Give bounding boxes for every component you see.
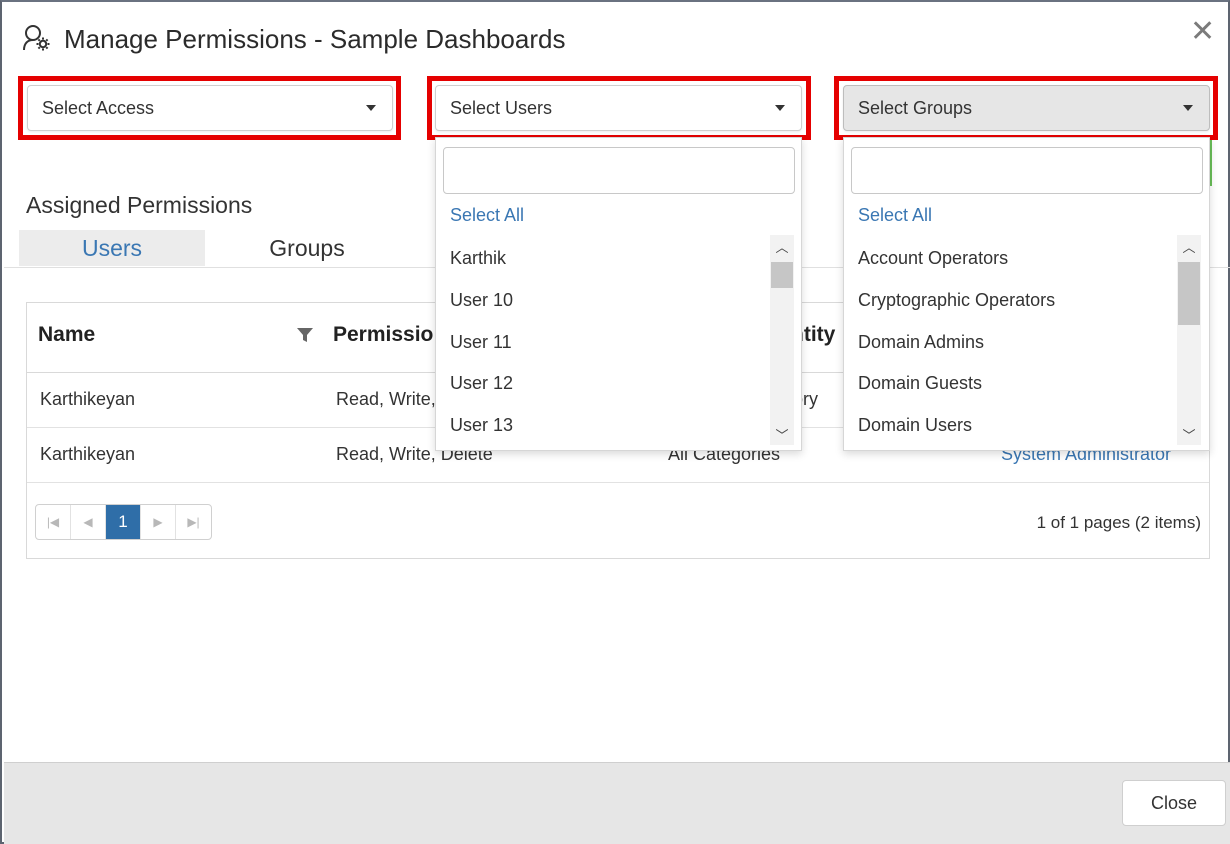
list-item[interactable]: User 12: [450, 373, 513, 394]
list-item[interactable]: Account Operators: [858, 248, 1008, 269]
users-scrollbar[interactable]: ︿ ﹀: [770, 235, 794, 445]
column-header-name[interactable]: Name: [38, 323, 95, 347]
scroll-thumb[interactable]: [1178, 262, 1200, 325]
first-page-icon[interactable]: |◀: [36, 505, 71, 539]
scroll-down-icon[interactable]: ﹀: [770, 425, 794, 443]
filter-icon[interactable]: [297, 327, 313, 343]
scroll-down-icon[interactable]: ﹀: [1177, 425, 1201, 443]
tab-groups[interactable]: Groups: [212, 230, 402, 266]
chevron-down-icon: [366, 105, 376, 111]
select-access-label: Select Access: [42, 97, 155, 118]
dialog-title: Manage Permissions - Sample Dashboards: [64, 24, 566, 54]
list-item[interactable]: Cryptographic Operators: [858, 290, 1055, 311]
scroll-up-icon[interactable]: ︿: [770, 237, 794, 255]
list-item[interactable]: Karthik: [450, 248, 506, 269]
chevron-down-icon: [1183, 105, 1193, 111]
user-settings-icon: [23, 25, 50, 51]
scroll-thumb[interactable]: [771, 262, 793, 288]
groups-search-input[interactable]: [851, 147, 1203, 194]
select-users-label: Select Users: [450, 97, 553, 118]
column-header-permissions[interactable]: Permissio: [333, 323, 433, 347]
close-icon[interactable]: ✕: [1190, 17, 1215, 47]
dialog-footer: Close: [4, 762, 1230, 844]
cell-name: Karthikeyan: [40, 389, 136, 409]
groups-scrollbar[interactable]: ︿ ﹀: [1177, 235, 1201, 445]
prev-page-icon[interactable]: ◀: [71, 505, 106, 539]
assigned-permissions-heading: Assigned Permissions: [26, 192, 253, 218]
groups-dropdown-popup: Select All Account Operators Cryptograph…: [843, 137, 1210, 451]
list-item[interactable]: User 11: [450, 332, 512, 353]
list-item[interactable]: Domain Admins: [858, 332, 984, 353]
list-item[interactable]: User 13: [450, 415, 513, 436]
cell-permissions: Read, Write,: [336, 389, 436, 409]
last-page-icon[interactable]: ▶|: [176, 505, 211, 539]
cell-name: Karthikeyan: [40, 444, 136, 464]
list-item[interactable]: User 10: [450, 290, 513, 311]
next-page-icon[interactable]: ▶: [141, 505, 176, 539]
select-groups-label: Select Groups: [858, 97, 973, 118]
close-button[interactable]: Close: [1122, 780, 1226, 826]
users-search-input[interactable]: [443, 147, 795, 194]
page-number-button[interactable]: 1: [106, 505, 141, 539]
groups-select-all[interactable]: Select All: [858, 205, 932, 226]
select-access-dropdown[interactable]: Select Access: [27, 85, 393, 131]
users-select-all[interactable]: Select All: [450, 205, 524, 226]
chevron-down-icon: [775, 105, 785, 111]
pager-info: 1 of 1 pages (2 items): [1036, 513, 1201, 532]
scroll-up-icon[interactable]: ︿: [1177, 237, 1201, 255]
users-dropdown-popup: Select All Karthik User 10 User 11 User …: [435, 137, 802, 451]
list-item[interactable]: Domain Guests: [858, 373, 982, 394]
select-users-dropdown[interactable]: Select Users: [435, 85, 802, 131]
tab-users[interactable]: Users: [19, 230, 205, 266]
list-item[interactable]: Domain Users: [858, 415, 972, 436]
manage-permissions-dialog: Manage Permissions - Sample Dashboards ✕…: [0, 0, 1230, 844]
select-groups-dropdown[interactable]: Select Groups: [843, 85, 1210, 131]
pager: |◀ ◀ 1 ▶ ▶|: [35, 504, 212, 540]
